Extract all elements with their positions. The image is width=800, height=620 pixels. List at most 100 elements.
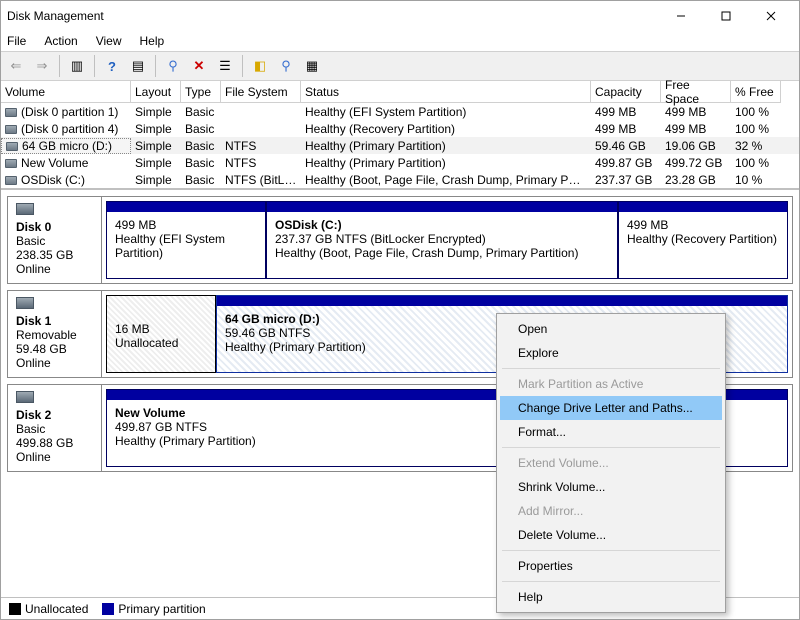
cell: 32 % [731, 139, 781, 153]
disk-label[interactable]: Disk 0 Basic 238.35 GB Online [8, 197, 102, 283]
col-layout[interactable]: Layout [131, 81, 181, 103]
partition-stripe [217, 296, 787, 306]
volume-row[interactable]: New Volume Simple Basic NTFS Healthy (Pr… [1, 154, 799, 171]
ctx-open[interactable]: Open [500, 317, 722, 341]
cell: 19.06 GB [661, 139, 731, 153]
cell: NTFS (BitLo... [221, 173, 301, 187]
disk-type: Basic [16, 234, 93, 248]
disk-partitions: 499 MB Healthy (EFI System Partition) OS… [102, 197, 792, 283]
disk-type: Removable [16, 328, 93, 342]
ctx-separator [502, 368, 720, 369]
disk-icon [16, 391, 34, 403]
menu-file[interactable]: File [7, 34, 26, 48]
volume-icon [5, 125, 17, 134]
col-freespace[interactable]: Free Space [661, 81, 731, 103]
layout-button[interactable]: ▦ [301, 55, 323, 77]
cell: 100 % [731, 156, 781, 170]
col-type[interactable]: Type [181, 81, 221, 103]
col-filesystem[interactable]: File System [221, 81, 301, 103]
ctx-delete-volume[interactable]: Delete Volume... [500, 523, 722, 547]
col-pctfree[interactable]: % Free [731, 81, 781, 103]
ctx-format[interactable]: Format... [500, 420, 722, 444]
window-title: Disk Management [7, 9, 658, 23]
volume-row[interactable]: 64 GB micro (D:) Simple Basic NTFS Healt… [1, 137, 799, 154]
disk-block: Disk 0 Basic 238.35 GB Online 499 MB Hea… [7, 196, 793, 284]
disk-size: 59.48 GB [16, 342, 93, 356]
partition-status: Unallocated [115, 336, 207, 350]
list-icon: ▤ [132, 58, 144, 74]
col-volume[interactable]: Volume [1, 81, 131, 103]
partition-status: Healthy (EFI System Partition) [115, 232, 257, 260]
close-button[interactable] [748, 1, 793, 31]
partition[interactable]: OSDisk (C:) 237.37 GB NTFS (BitLocker En… [266, 201, 618, 279]
volume-list-header: Volume Layout Type File System Status Ca… [1, 81, 799, 103]
partition-size: 499 MB [115, 218, 257, 232]
properties-button[interactable]: ☰ [214, 55, 236, 77]
ctx-shrink-volume[interactable]: Shrink Volume... [500, 475, 722, 499]
menu-view[interactable]: View [96, 34, 122, 48]
maximize-button[interactable] [703, 1, 748, 31]
help-button[interactable]: ? [101, 55, 123, 77]
legend-swatch [9, 603, 21, 615]
partition-title: OSDisk (C:) [275, 218, 609, 232]
volume-row[interactable]: (Disk 0 partition 1) Simple Basic Health… [1, 103, 799, 120]
cell: 100 % [731, 122, 781, 136]
cell: Simple [131, 122, 181, 136]
cell: Basic [181, 139, 221, 153]
ctx-change-drive-letter[interactable]: Change Drive Letter and Paths... [500, 396, 722, 420]
cell: Basic [181, 122, 221, 136]
cell: Basic [181, 105, 221, 119]
partition-stripe [107, 202, 265, 212]
ctx-add-mirror: Add Mirror... [500, 499, 722, 523]
disk-label[interactable]: Disk 1 Removable 59.48 GB Online [8, 291, 102, 377]
cell: Simple [131, 173, 181, 187]
cell: 499 MB [661, 105, 731, 119]
volume-name: OSDisk (C:) [21, 173, 85, 187]
cell: 499 MB [591, 105, 661, 119]
cell: Simple [131, 105, 181, 119]
toolbar-separator [242, 55, 243, 77]
back-icon: ⇐ [11, 58, 22, 74]
partition[interactable]: 499 MB Healthy (Recovery Partition) [618, 201, 788, 279]
ctx-separator [502, 581, 720, 582]
col-capacity[interactable]: Capacity [591, 81, 661, 103]
partition-unallocated[interactable]: 16 MB Unallocated [106, 295, 216, 373]
delete-button[interactable]: ✕ [188, 55, 210, 77]
window-controls [658, 1, 793, 31]
disk-icon: ◧ [254, 58, 266, 74]
volume-row[interactable]: OSDisk (C:) Simple Basic NTFS (BitLo... … [1, 171, 799, 188]
menu-action[interactable]: Action [44, 34, 77, 48]
partition-stripe [619, 202, 787, 212]
cell: 499 MB [661, 122, 731, 136]
toolbar: ⇐ ⇒ ▥ ? ▤ ⚲ ✕ ☰ ◧ ⚲ ▦ [1, 51, 799, 81]
legend-unallocated: Unallocated [9, 602, 88, 616]
refresh-button[interactable]: ⚲ [162, 55, 184, 77]
ctx-properties[interactable]: Properties [500, 554, 722, 578]
grid-icon: ▥ [71, 58, 83, 74]
refresh-icon: ⚲ [168, 58, 178, 74]
search-icon: ⚲ [281, 58, 291, 74]
disk-size: 238.35 GB [16, 248, 93, 262]
volume-list: Volume Layout Type File System Status Ca… [1, 81, 799, 189]
ctx-explore[interactable]: Explore [500, 341, 722, 365]
ctx-help[interactable]: Help [500, 585, 722, 609]
volume-row[interactable]: (Disk 0 partition 4) Simple Basic Health… [1, 120, 799, 137]
disk-button[interactable]: ◧ [249, 55, 271, 77]
list-button[interactable]: ▤ [127, 55, 149, 77]
col-status[interactable]: Status [301, 81, 591, 103]
partition[interactable]: 499 MB Healthy (EFI System Partition) [106, 201, 266, 279]
volume-button[interactable]: ⚲ [275, 55, 297, 77]
menu-help[interactable]: Help [140, 34, 165, 48]
volume-name: New Volume [21, 156, 88, 170]
view-button[interactable]: ▥ [66, 55, 88, 77]
cell: 59.46 GB [591, 139, 661, 153]
ctx-mark-active: Mark Partition as Active [500, 372, 722, 396]
minimize-button[interactable] [658, 1, 703, 31]
cell: 499.72 GB [661, 156, 731, 170]
menu-bar: File Action View Help [1, 31, 799, 51]
back-button: ⇐ [5, 55, 27, 77]
partition-size: 237.37 GB NTFS (BitLocker Encrypted) [275, 232, 609, 246]
disk-label[interactable]: Disk 2 Basic 499.88 GB Online [8, 385, 102, 471]
disk-size: 499.88 GB [16, 436, 93, 450]
title-bar: Disk Management [1, 1, 799, 31]
